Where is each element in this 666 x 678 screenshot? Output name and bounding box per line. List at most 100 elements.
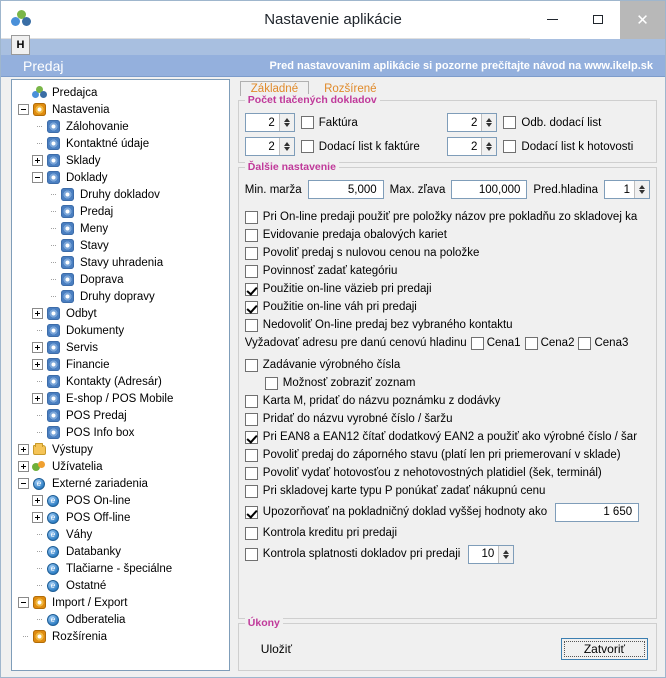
tree-item-label: Výstupy [52,443,93,456]
tree-item[interactable]: Servis [16,339,229,356]
dodaci-list-k-fakture-stepper-arrows[interactable] [278,138,294,155]
option-checkbox[interactable] [244,394,258,408]
expand-icon[interactable] [32,512,43,523]
dodaci-list-k-fakture-stepper[interactable]: 2 [244,137,295,156]
collapse-icon[interactable] [32,172,43,183]
tree-item[interactable]: Doprava [16,271,229,288]
option-checkbox[interactable] [244,264,258,278]
cena3-checkbox[interactable] [578,336,592,350]
dodaci-list-k-hotovosti-checkbox[interactable] [503,140,517,153]
expand-icon[interactable] [32,308,43,319]
tree-item[interactable]: Zálohovanie [16,118,229,135]
tree-item[interactable]: POS Info box [16,424,229,441]
close-dialog-button[interactable]: Zatvoriť [560,638,648,660]
option-checkbox[interactable] [244,448,258,462]
price-level-label: Pred.hladina [533,183,598,196]
tree-item[interactable]: Doklady [16,169,229,186]
faktura-stepper-arrows[interactable] [278,114,294,131]
tree-connector-icon [32,546,43,557]
tree-item[interactable]: POS Predaj [16,407,229,424]
tree-item[interactable]: Meny [16,220,229,237]
tree-connector-icon [32,138,43,149]
tree-item[interactable]: E-shop / POS Mobile [16,390,229,407]
option-checkbox[interactable] [244,228,258,242]
collapse-icon[interactable] [18,104,29,115]
tree-item[interactable]: Výstupy [16,441,229,458]
maturity-check-checkbox[interactable] [244,547,258,561]
credit-check-checkbox[interactable] [244,526,258,540]
option-checkbox[interactable] [244,300,258,314]
tree-item[interactable]: Kontakty (Adresár) [16,373,229,390]
expand-icon[interactable] [32,359,43,370]
min-margin-input[interactable]: 5,000 [307,180,384,199]
tree-item[interactable]: Odbyt [16,305,229,322]
faktura-checkbox[interactable] [300,116,314,129]
tree-item[interactable]: Druhy dopravy [16,288,229,305]
expand-icon[interactable] [32,495,43,506]
cena1-checkbox[interactable] [470,336,484,350]
tree-connector-icon [46,257,57,268]
expand-icon[interactable] [32,393,43,404]
odb-dodaci-list-stepper-arrows[interactable] [481,114,497,131]
option-checkbox[interactable] [264,376,278,390]
collapse-icon[interactable] [18,478,29,489]
option-label: Karta M, pridať do názvu poznámku z dodá… [262,395,501,407]
tree-item[interactable]: e Ostatné [16,577,229,594]
tree-item[interactable]: Sklady [16,152,229,169]
maturity-days-stepper-arrows[interactable] [498,545,514,563]
dodaci-list-k-hotovosti-stepper-arrows[interactable] [481,138,497,155]
dodaci-list-k-hotovosti-stepper[interactable]: 2 [447,137,498,156]
actions-group-title: Úkony [244,617,283,629]
tree-item[interactable]: e POS Off-line [16,509,229,526]
tree-item[interactable]: Druhy dokladov [16,186,229,203]
option-checkbox[interactable] [244,210,258,224]
cena2-checkbox[interactable] [524,336,538,350]
option-checkbox[interactable] [244,430,258,444]
menu-item-h[interactable]: H [11,35,30,55]
price-level-stepper-arrows[interactable] [634,181,649,198]
tree-item[interactable]: Import / Export [16,594,229,611]
expand-icon[interactable] [32,155,43,166]
gear-icon [46,374,62,389]
tree-item[interactable]: Nastavenia [16,101,229,118]
warn-threshold-checkbox[interactable] [244,505,258,519]
tree-item[interactable]: Kontaktné údaje [16,135,229,152]
expand-icon[interactable] [18,444,29,455]
maturity-days-stepper[interactable]: 10 [468,544,515,564]
option-checkbox[interactable] [244,466,258,480]
tree-item[interactable]: Stavy uhradenia [16,254,229,271]
option-checkbox[interactable] [244,282,258,296]
tree-item[interactable]: Užívatelia [16,458,229,475]
option-checkbox[interactable] [244,358,258,372]
odb-dodaci-list-stepper[interactable]: 2 [447,113,498,132]
tree-item[interactable]: e Externé zariadenia [16,475,229,492]
tree-item[interactable]: Predajca [16,84,229,101]
settings-tree-panel[interactable]: Predajca Nastavenia Zálohovanie Kontaktné ú… [11,79,230,671]
tree-item[interactable]: e POS On-line [16,492,229,509]
option-checkbox[interactable] [244,318,258,332]
max-discount-input[interactable]: 100,000 [451,180,528,199]
tree-item[interactable]: Financie [16,356,229,373]
tree-item[interactable]: Rozšírenia [16,628,229,645]
collapse-icon[interactable] [18,597,29,608]
tree-item[interactable]: Predaj [16,203,229,220]
faktura-stepper[interactable]: 2 [244,113,295,132]
expand-icon[interactable] [32,342,43,353]
option-checkbox[interactable] [244,412,258,426]
tree-item[interactable]: e Databanky [16,543,229,560]
tree-item-label: Doprava [80,273,124,286]
save-button[interactable]: Uložiť [247,642,292,656]
tree-item[interactable]: Dokumenty [16,322,229,339]
expand-icon[interactable] [18,461,29,472]
tree-item[interactable]: e Tlačiarne - špeciálne [16,560,229,577]
option-checkbox[interactable] [244,246,258,260]
price-level-stepper[interactable]: 1 [604,180,650,199]
tree-item[interactable]: e Odberatelia [16,611,229,628]
option-checkbox[interactable] [244,484,258,498]
tree-item[interactable]: Stavy [16,237,229,254]
warn-threshold-input[interactable]: 1 650 [555,502,640,522]
dodaci-list-k-fakture-checkbox[interactable] [300,140,314,153]
option-label: Povinnosť zadať kategóriu [262,265,398,277]
tree-item[interactable]: e Váhy [16,526,229,543]
odb-dodaci-list-checkbox[interactable] [503,116,517,129]
